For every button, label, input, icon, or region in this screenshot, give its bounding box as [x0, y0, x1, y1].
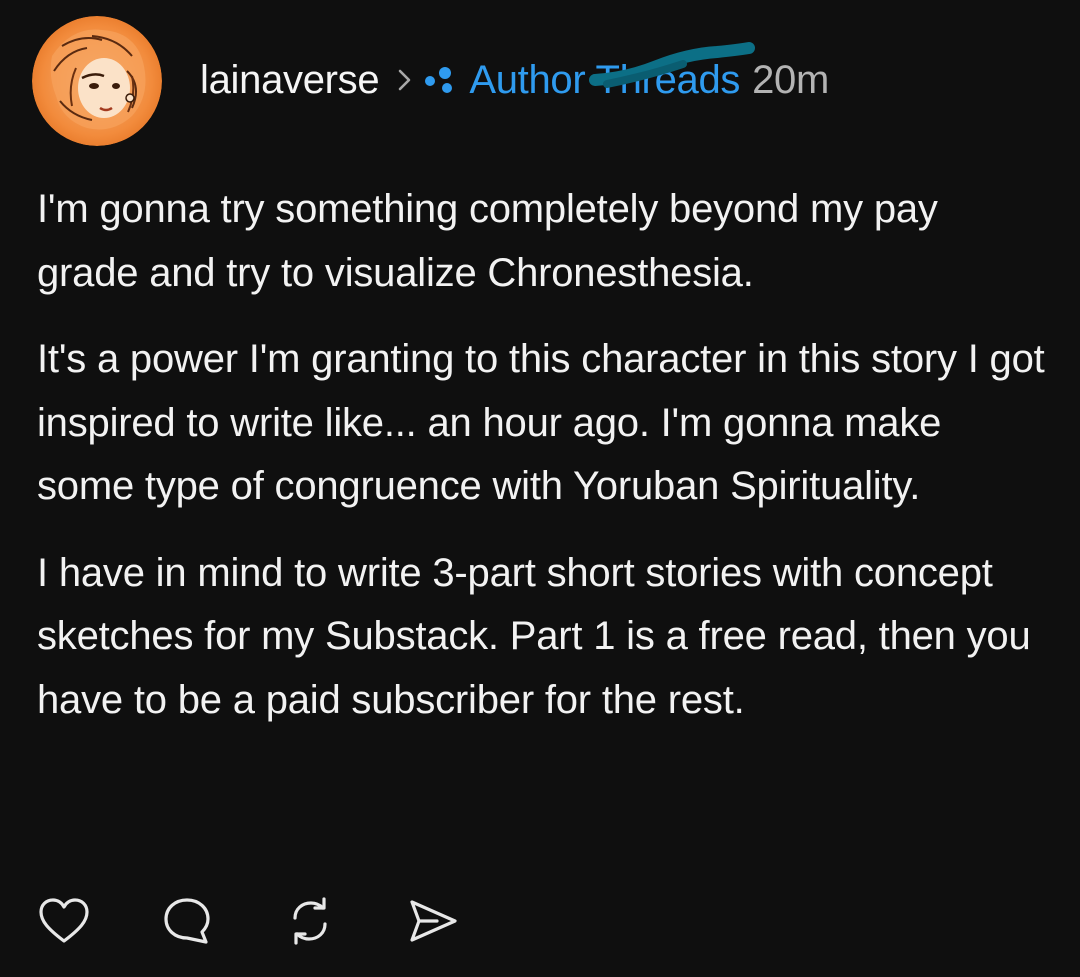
- like-button[interactable]: [36, 893, 92, 949]
- timestamp: 20m: [752, 58, 830, 102]
- post-header: lainaverse Author Threads 20m: [32, 16, 829, 146]
- avatar[interactable]: [32, 16, 162, 146]
- post-meta: lainaverse Author Threads 20m: [200, 42, 830, 102]
- action-bar: [36, 893, 528, 949]
- thread-icon: [423, 66, 459, 94]
- post-card: lainaverse Author Threads 20m I'm gonna …: [0, 0, 1080, 977]
- comment-icon: [164, 898, 210, 944]
- share-button[interactable]: [405, 893, 461, 949]
- post-paragraph: I'm gonna try something completely beyon…: [37, 187, 938, 295]
- heart-icon: [39, 898, 89, 943]
- avatar-illustration: [32, 16, 162, 146]
- comment-button[interactable]: [159, 893, 215, 949]
- post-body: I'm gonna try something completely beyon…: [37, 178, 1047, 732]
- author-name[interactable]: lainaverse: [200, 60, 380, 100]
- send-icon: [410, 900, 457, 942]
- post-paragraph: It's a power I'm granting to this charac…: [37, 337, 1045, 508]
- thread-name: Author Threads: [469, 58, 741, 102]
- restack-icon: [293, 897, 327, 945]
- post-paragraph: I have in mind to write 3-part short sto…: [37, 550, 1031, 722]
- thread-link[interactable]: Author Threads: [469, 42, 756, 102]
- restack-button[interactable]: [282, 893, 338, 949]
- chevron-right-icon: [397, 67, 413, 93]
